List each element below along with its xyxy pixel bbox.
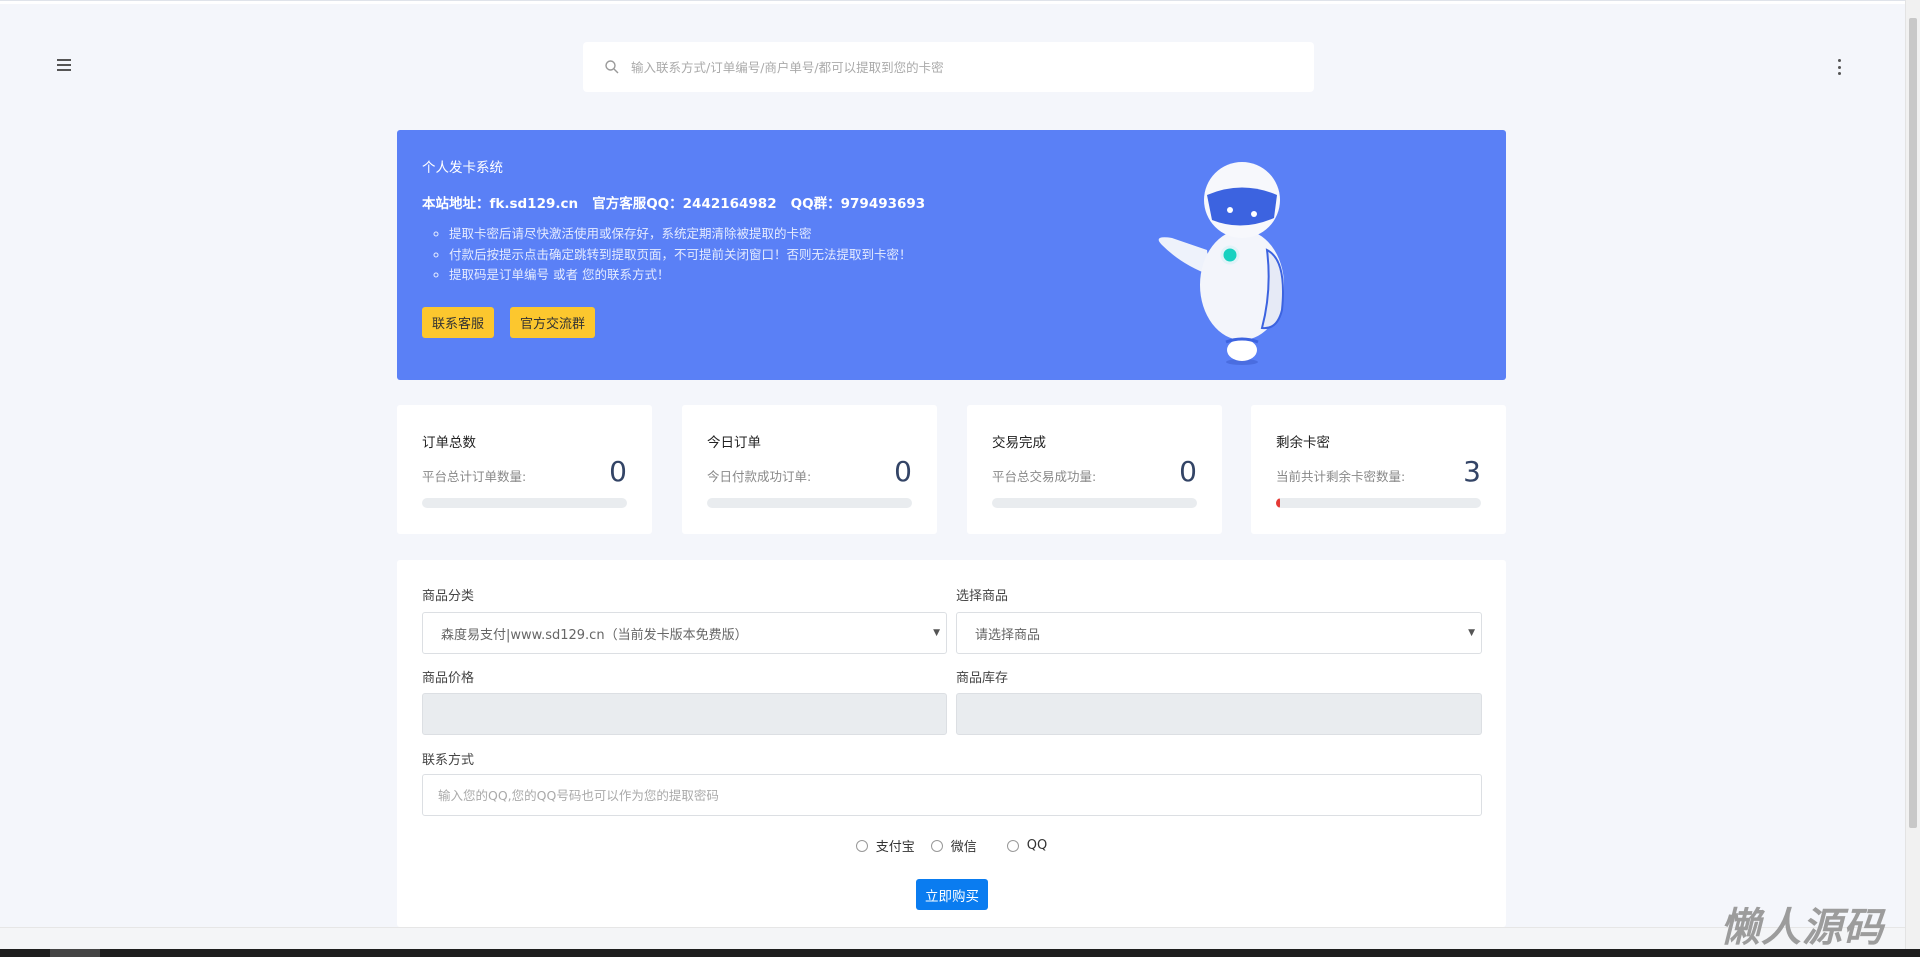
stat-card-total-orders: 订单总数 平台总计订单数量: 0 xyxy=(397,405,652,534)
site-info: 本站地址：fk.sd129.cn 官方客服QQ：2442164982 QQ群：9… xyxy=(422,196,926,212)
contact-support-button[interactable]: 联系客服 xyxy=(422,307,494,338)
taskbar xyxy=(0,949,1920,957)
robot-illustration xyxy=(1158,162,1284,365)
radio-circle-icon xyxy=(1006,839,1019,852)
stat-card-completed: 交易完成 平台总交易成功量: 0 xyxy=(967,405,1222,534)
product-select[interactable]: 请选择商品 ▼ xyxy=(956,612,1482,654)
stat-title: 订单总数 xyxy=(422,435,476,451)
stat-value: 0 xyxy=(609,455,627,488)
progress-fill xyxy=(1276,498,1281,508)
notice-item: 付款后按提示点击确定跳转到提取页面，不可提前关闭窗口！否则无法提取到卡密！ xyxy=(449,245,912,266)
payment-label: QQ xyxy=(1026,838,1048,853)
join-group-button[interactable]: 官方交流群 xyxy=(510,307,595,338)
stat-progress xyxy=(422,498,627,508)
stat-label: 当前共计剩余卡密数量: xyxy=(1276,469,1406,484)
site-title: 个人发卡系统 xyxy=(422,160,503,176)
more-options-icon[interactable] xyxy=(1836,59,1842,75)
payment-alipay-radio[interactable]: 支付宝 xyxy=(855,836,915,855)
top-border xyxy=(0,0,1905,4)
dropdown-arrow-icon: ▼ xyxy=(933,628,940,638)
footer xyxy=(0,927,1905,949)
stat-label: 今日付款成功订单: xyxy=(707,469,812,484)
product-label: 选择商品 xyxy=(956,589,1009,604)
contact-label: 联系方式 xyxy=(422,753,475,768)
menu-icon[interactable] xyxy=(57,59,71,71)
stat-card-today-orders: 今日订单 今日付款成功订单: 0 xyxy=(682,405,937,534)
stock-field xyxy=(956,693,1482,735)
radio-circle-icon xyxy=(930,839,943,852)
stat-value: 3 xyxy=(1463,455,1481,488)
purchase-form: 商品分类 森度易支付|www.sd129.cn（当前发卡版本免费版） ▼ 选择商品… xyxy=(397,560,1506,927)
payment-methods: 支付宝 微信 QQ xyxy=(397,836,1506,855)
dropdown-arrow-icon: ▼ xyxy=(1468,628,1475,638)
scrollbar[interactable] xyxy=(1905,0,1920,949)
price-field xyxy=(422,693,947,735)
contact-input[interactable] xyxy=(422,774,1482,816)
stat-label: 平台总交易成功量: xyxy=(992,469,1097,484)
payment-label: 支付宝 xyxy=(875,840,915,855)
stat-title: 交易完成 xyxy=(992,435,1046,451)
payment-label: 微信 xyxy=(950,840,977,855)
search-bar[interactable] xyxy=(583,42,1314,92)
search-icon xyxy=(605,60,619,74)
notice-item: 提取卡密后请尽快激活使用或保存好，系统定期清除被提取的卡密 xyxy=(449,224,912,245)
stat-card-remaining-cards: 剩余卡密 当前共计剩余卡密数量: 3 xyxy=(1251,405,1506,534)
stat-title: 剩余卡密 xyxy=(1276,435,1330,451)
notice-list: 提取卡密后请尽快激活使用或保存好，系统定期清除被提取的卡密 付款后按提示点击确定… xyxy=(449,224,912,286)
search-input[interactable] xyxy=(631,59,1271,75)
stat-value: 0 xyxy=(894,455,912,488)
stock-label: 商品库存 xyxy=(956,671,1009,686)
notice-item: 提取码是订单编号 或者 您的联系方式！ xyxy=(449,265,912,286)
payment-qq-radio[interactable]: QQ xyxy=(1006,836,1048,855)
category-select[interactable]: 森度易支付|www.sd129.cn（当前发卡版本免费版） ▼ xyxy=(422,612,947,654)
buy-now-button[interactable]: 立即购买 xyxy=(916,879,988,910)
stat-label: 平台总计订单数量: xyxy=(422,469,527,484)
stat-progress xyxy=(992,498,1197,508)
scrollbar-thumb[interactable] xyxy=(1909,18,1917,828)
stat-value: 0 xyxy=(1179,455,1197,488)
stat-progress xyxy=(1276,498,1481,508)
notice-banner: 个人发卡系统 本站地址：fk.sd129.cn 官方客服QQ：244216498… xyxy=(397,130,1506,380)
price-label: 商品价格 xyxy=(422,671,475,686)
radio-circle-icon xyxy=(855,839,868,852)
watermark: 懒人源码 xyxy=(1720,905,1884,951)
category-value: 森度易支付|www.sd129.cn（当前发卡版本免费版） xyxy=(441,627,748,643)
stat-title: 今日订单 xyxy=(707,435,761,451)
category-label: 商品分类 xyxy=(422,589,475,604)
stat-progress xyxy=(707,498,912,508)
payment-wechat-radio[interactable]: 微信 xyxy=(930,836,977,855)
product-value: 请选择商品 xyxy=(975,627,1041,643)
